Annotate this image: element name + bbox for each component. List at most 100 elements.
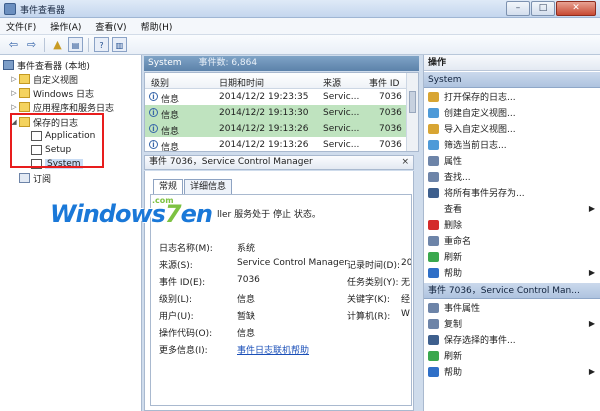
- menu-help[interactable]: 帮助(H): [141, 20, 173, 33]
- toolbar: ⇦ ⇨ ▲ ▤ ? ▥: [0, 35, 600, 55]
- action-item-system-2[interactable]: 导入自定义视图...: [424, 121, 600, 136]
- action-item-system-9[interactable]: 重命名: [424, 233, 600, 248]
- action-item-event-4[interactable]: 帮助 ▶: [424, 364, 600, 379]
- detail-tabs: 常规 详细信息: [153, 179, 233, 194]
- minimize-button[interactable]: –: [506, 1, 530, 16]
- tree-item-custom-views[interactable]: ▷ 自定义视图: [10, 72, 78, 86]
- help-icon: [428, 267, 439, 278]
- action-item-system-11[interactable]: 帮助 ▶: [424, 265, 600, 280]
- table-row[interactable]: i 信息 2014/12/2 19:23:35 Servic... 7036: [145, 89, 407, 105]
- window-title: 事件查看器: [20, 6, 66, 16]
- toolbar-separator: [44, 37, 45, 52]
- action-item-event-2[interactable]: 保存选择的事件...: [424, 332, 600, 347]
- tree-item-label: 应用程序和服务日志: [33, 103, 115, 114]
- back-arrow-icon[interactable]: ⇦: [6, 37, 21, 52]
- action-item-system-10[interactable]: 刷新: [424, 249, 600, 264]
- scrollbar-thumb[interactable]: [409, 91, 416, 113]
- info-icon: i: [149, 108, 158, 117]
- refresh-icon: [428, 350, 439, 361]
- info-icon: i: [149, 140, 158, 149]
- action-item-system-5[interactable]: 查找...: [424, 169, 600, 184]
- action-item-event-0[interactable]: 事件属性: [424, 300, 600, 315]
- column-header-datetime[interactable]: 日期和时间: [219, 76, 264, 89]
- action-item-system-6[interactable]: 将所有事件另存为...: [424, 185, 600, 200]
- cell-datetime: 2014/12/2 19:13:26: [219, 124, 309, 134]
- tree-item-windows-logs[interactable]: ▷ Windows 日志: [10, 86, 94, 100]
- menu-action[interactable]: 操作(A): [50, 20, 81, 33]
- log-header: System 事件数: 6,864: [144, 56, 419, 71]
- column-header-level[interactable]: 级别: [151, 76, 169, 89]
- action-item-system-3[interactable]: 筛选当前日志...: [424, 137, 600, 152]
- watermark-text: Windows7en: [50, 200, 213, 228]
- menu-view[interactable]: 查看(V): [95, 20, 126, 33]
- level-label: 级别(L):: [159, 295, 193, 305]
- action-item-label: 刷新: [444, 253, 463, 263]
- action-item-label: 保存选择的事件...: [444, 336, 516, 346]
- tree-item-label: Windows 日志: [33, 89, 95, 100]
- close-button[interactable]: ✕: [556, 1, 596, 16]
- title-bar: 事件查看器 – □ ✕: [0, 0, 600, 18]
- expand-arrow-icon[interactable]: ▷: [10, 103, 18, 111]
- action-item-event-1[interactable]: 复制 ▶: [424, 316, 600, 331]
- expand-arrow-icon[interactable]: ▷: [10, 75, 18, 83]
- tree-item-label: 自定义视图: [33, 75, 79, 86]
- event-log-online-help-link[interactable]: 事件日志联机帮助: [237, 343, 309, 356]
- info-icon: i: [149, 124, 158, 133]
- table-row[interactable]: i 信息 2014/12/2 19:13:30 Servic... 7036: [145, 105, 407, 121]
- menu-bar: 文件(F) 操作(A) 查看(V) 帮助(H): [0, 18, 600, 35]
- event-count: 事件数: 6,864: [198, 58, 258, 68]
- action-item-event-3[interactable]: 刷新: [424, 348, 600, 363]
- close-icon[interactable]: ×: [401, 156, 409, 169]
- show-hide-action-pane-icon[interactable]: ▥: [112, 37, 127, 52]
- actions-section-system[interactable]: System: [424, 72, 600, 88]
- source-value: Service Control Manager: [237, 258, 348, 268]
- cell-datetime: 2014/12/2 19:13:26: [219, 140, 309, 150]
- log-name: System: [148, 58, 182, 68]
- tree-item-subscriptions[interactable]: 订阅: [18, 171, 51, 185]
- show-hide-tree-icon[interactable]: ▤: [68, 37, 83, 52]
- tree-root[interactable]: 事件查看器 (本地): [2, 58, 90, 72]
- tab-details[interactable]: 详细信息: [184, 179, 233, 194]
- action-item-system-4[interactable]: 属性: [424, 153, 600, 168]
- action-item-system-8[interactable]: 删除: [424, 217, 600, 232]
- windows7en-watermark-logo: Windows7en .com: [46, 196, 213, 238]
- cell-level: 信息: [161, 95, 180, 105]
- help-icon[interactable]: ?: [94, 37, 109, 52]
- table-row[interactable]: i 信息 2014/12/2 19:13:26 Servic... 7036: [145, 121, 407, 137]
- cell-event-id: 7036: [379, 124, 402, 134]
- actions-pane: 操作 System 事件 7036，Service Control Man...…: [423, 55, 600, 411]
- event-viewer-icon: [3, 60, 14, 70]
- action-item-system-1[interactable]: 创建自定义视图...: [424, 105, 600, 120]
- source-label: 来源(S):: [159, 261, 193, 271]
- action-item-system-0[interactable]: 打开保存的日志...: [424, 89, 600, 104]
- action-item-label: 属性: [444, 157, 463, 167]
- up-folder-icon[interactable]: ▲: [50, 37, 65, 52]
- column-header-source[interactable]: 来源: [323, 76, 341, 89]
- cell-datetime: 2014/12/2 19:13:30: [219, 108, 309, 118]
- actions-section-event[interactable]: 事件 7036，Service Control Man...: [424, 283, 600, 299]
- action-item-label: 帮助: [444, 368, 463, 378]
- rename-icon: [428, 235, 439, 246]
- cell-source: Servic...: [323, 108, 360, 118]
- tab-general[interactable]: 常规: [153, 179, 184, 194]
- action-item-label: 刷新: [444, 352, 463, 362]
- cell-source: Servic...: [323, 140, 360, 150]
- events-table: 级别 日期和时间 来源 事件 ID i 信息 2014/12/2 19:23:3…: [144, 72, 419, 152]
- table-scrollbar[interactable]: [406, 73, 418, 151]
- save-icon: [428, 334, 439, 345]
- maximize-button[interactable]: □: [531, 1, 555, 16]
- user-value: 暂缺: [237, 312, 256, 322]
- tree-item-app-service-logs[interactable]: ▷ 应用程序和服务日志: [10, 100, 114, 114]
- action-item-label: 打开保存的日志...: [444, 93, 516, 103]
- table-row[interactable]: i 信息 2014/12/2 19:13:26 Servic... 7036: [145, 137, 407, 151]
- column-header-event-id[interactable]: 事件 ID: [369, 76, 399, 89]
- expand-arrow-icon[interactable]: ▷: [10, 89, 18, 97]
- submenu-arrow-icon: ▶: [588, 367, 595, 376]
- cell-level: 信息: [161, 127, 180, 137]
- action-item-label: 查看: [444, 205, 463, 215]
- action-item-system-7[interactable]: 查看 ▶: [424, 201, 600, 216]
- forward-arrow-icon[interactable]: ⇨: [24, 37, 39, 52]
- cell-level: 信息: [161, 111, 180, 121]
- cell-source: Servic...: [323, 92, 360, 102]
- menu-file[interactable]: 文件(F): [6, 20, 36, 33]
